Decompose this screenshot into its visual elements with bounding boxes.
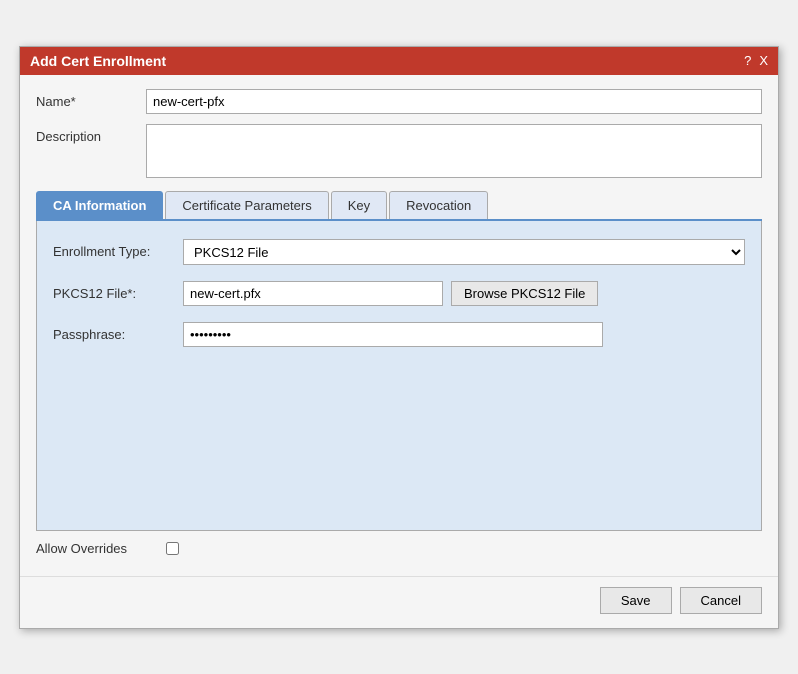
name-input[interactable] (146, 89, 762, 114)
allow-overrides-checkbox[interactable] (166, 542, 179, 555)
passphrase-row: Passphrase: (53, 322, 745, 347)
dialog-titlebar: Add Cert Enrollment ? X (20, 47, 778, 75)
pkcs12-file-wrap: Browse PKCS12 File (183, 281, 745, 306)
allow-overrides-label: Allow Overrides (36, 541, 166, 556)
pkcs12-file-label: PKCS12 File*: (53, 286, 183, 301)
enrollment-type-wrap: PKCS12 File SCEP Manual (183, 239, 745, 265)
allow-overrides-row: Allow Overrides (36, 531, 762, 562)
pkcs12-file-row: PKCS12 File*: Browse PKCS12 File (53, 281, 745, 306)
tab-key[interactable]: Key (331, 191, 387, 219)
close-icon[interactable]: X (759, 53, 768, 68)
dialog-footer: Save Cancel (20, 576, 778, 628)
name-row: Name* (36, 89, 762, 114)
passphrase-wrap (183, 322, 745, 347)
enrollment-type-select-wrap: PKCS12 File SCEP Manual (183, 239, 745, 265)
pkcs12-file-input[interactable] (183, 281, 443, 306)
description-field-wrap (146, 124, 762, 181)
titlebar-controls: ? X (744, 53, 768, 68)
enrollment-type-row: Enrollment Type: PKCS12 File SCEP Manual (53, 239, 745, 265)
enrollment-type-label: Enrollment Type: (53, 244, 183, 259)
description-label: Description (36, 124, 146, 144)
enrollment-type-select[interactable]: PKCS12 File SCEP Manual (183, 239, 745, 265)
description-row: Description (36, 124, 762, 181)
passphrase-label: Passphrase: (53, 327, 183, 342)
tabs: CA Information Certificate Parameters Ke… (36, 191, 762, 221)
help-icon[interactable]: ? (744, 53, 751, 68)
tab-certificate-parameters[interactable]: Certificate Parameters (165, 191, 328, 219)
dialog-title: Add Cert Enrollment (30, 53, 166, 69)
passphrase-input[interactable] (183, 322, 603, 347)
cancel-button[interactable]: Cancel (680, 587, 762, 614)
browse-pkcs12-button[interactable]: Browse PKCS12 File (451, 281, 598, 306)
tab-revocation[interactable]: Revocation (389, 191, 488, 219)
save-button[interactable]: Save (600, 587, 672, 614)
name-field-wrap (146, 89, 762, 114)
tab-ca-information[interactable]: CA Information (36, 191, 163, 219)
dialog-body: Name* Description CA Information Certifi… (20, 75, 778, 576)
tab-content-ca-information: Enrollment Type: PKCS12 File SCEP Manual… (36, 221, 762, 531)
description-input[interactable] (146, 124, 762, 178)
add-cert-enrollment-dialog: Add Cert Enrollment ? X Name* Descriptio… (19, 46, 779, 629)
name-label: Name* (36, 89, 146, 109)
